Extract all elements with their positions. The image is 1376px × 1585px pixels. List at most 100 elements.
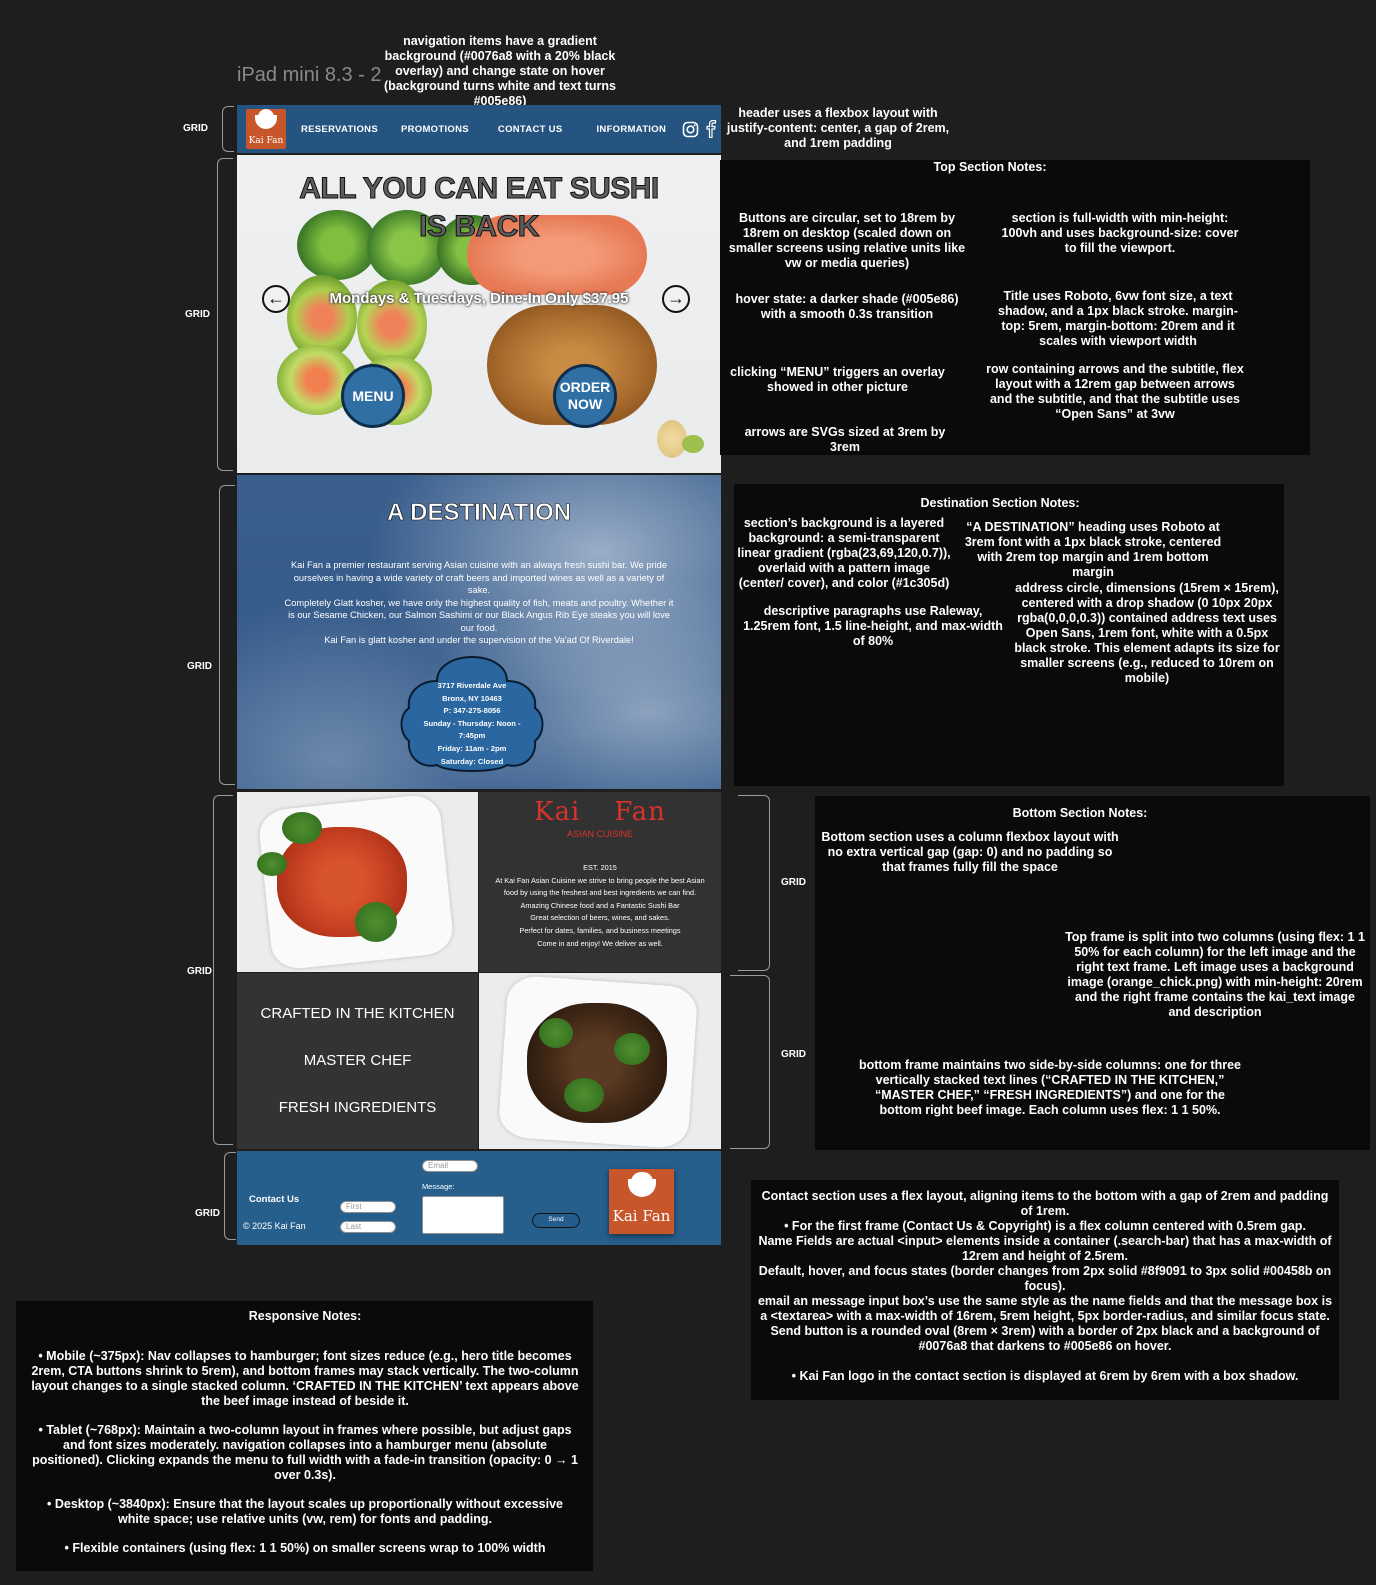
hero-title-line1: ALL YOU CAN EAT SUSHI (299, 172, 660, 206)
destination-notes-title: Destination Section Notes: (920, 496, 1080, 510)
grid-label: GRID (195, 1208, 220, 1219)
bottom-note-bottom: bottom frame maintains two side-by-side … (859, 1058, 1241, 1117)
contact-note-line: Send button is a rounded oval (8rem × 3r… (770, 1324, 1320, 1353)
frame-title: iPad mini 8.3 - 2 (237, 64, 382, 86)
instagram-icon[interactable] (682, 121, 699, 138)
top-notes-title: Top Section Notes: (933, 160, 1047, 174)
order-now-button[interactable]: ORDER NOW (553, 364, 617, 428)
facebook-icon[interactable] (705, 120, 717, 138)
responsive-note-line: • Desktop (~3840px): Ensure that the lay… (47, 1497, 563, 1526)
message-textarea[interactable] (422, 1196, 504, 1234)
responsive-notes-title: Responsive Notes: (248, 1309, 362, 1323)
about-line: Amazing Chinese food and a Fantastic Sus… (520, 900, 680, 910)
grid-label: GRID (187, 661, 212, 672)
crafted-line: FRESH INGREDIENTS (278, 1099, 437, 1116)
hero-subtitle: Mondays & Tuesdays, Dine-In Only $37.95 (329, 290, 629, 307)
top-note-titlefont: Title uses Roboto, 6vw font size, a text… (998, 289, 1238, 348)
copyright-text: © 2025 Kai Fan (243, 1221, 306, 1231)
destination-description: Kai Fan a premier restaurant serving Asi… (282, 559, 676, 647)
grid-label: GRID (185, 309, 210, 320)
header-logo[interactable]: Kai Fan (246, 109, 286, 149)
bottom-notes-title: Bottom Section Notes: (1012, 806, 1148, 820)
dest-note-paras: descriptive paragraphs use Raleway, 1.25… (743, 604, 1003, 648)
kai-text-frame: Kai Fan ASIAN CUISINE EST. 2015 At Kai Fa… (479, 792, 721, 972)
arrow-right-icon[interactable]: → (662, 285, 690, 313)
bottom-note-top: Top frame is split into two columns (usi… (1065, 930, 1365, 1019)
order-button-line2: NOW (567, 396, 603, 412)
contact-note-line: Contact section uses a flex layout, alig… (761, 1189, 1329, 1218)
crafted-frame: CRAFTED IN THE KITCHEN MASTER CHEF FRESH… (237, 973, 478, 1149)
send-button[interactable]: Send (532, 1213, 580, 1228)
nav-information[interactable]: INFORMATION (596, 124, 666, 135)
grid-label: GRID (187, 966, 212, 977)
grid-brace (213, 795, 233, 1145)
asian-cuisine-subtitle: ASIAN CUISINE (566, 829, 633, 839)
address-line: Sunday - Thursday: Noon - (423, 718, 521, 728)
responsive-note-line: • Mobile (~375px): Nav collapses to hamb… (31, 1349, 579, 1408)
contact-note-line: Name Fields are actual <input> elements … (758, 1234, 1332, 1263)
nav-note: navigation items have a gradient backgro… (384, 34, 616, 108)
beef-broccoli-image (479, 973, 721, 1149)
top-note-hover: hover state: a darker shade (#005e86) wi… (735, 292, 959, 321)
nav-contact-us[interactable]: CONTACT US (498, 124, 563, 135)
crafted-line: MASTER CHEF (303, 1052, 412, 1069)
about-description: EST. 2015 At Kai Fan Asian Cuisine we st… (479, 862, 721, 950)
order-button-line1: ORDER (559, 379, 611, 395)
contact-logo: Kai Fan (609, 1169, 674, 1234)
address-text: 3717 Riverdale Ave Bronx, NY 10463 P: 34… (397, 680, 547, 768)
address-line: 3717 Riverdale Ave (437, 681, 507, 690)
address-line: 7:45pm (458, 731, 486, 741)
address-line: Friday: 11am - 2pm (437, 743, 507, 753)
last-name-input[interactable]: Last (340, 1221, 396, 1233)
responsive-note-line: • Tablet (~768px): Maintain a two-column… (32, 1423, 578, 1482)
kai-logo-word: Kai (534, 797, 581, 827)
contact-note-spacer (757, 1354, 1333, 1369)
about-line: Perfect for dates, families, and busines… (519, 925, 681, 935)
grid-brace (224, 1152, 236, 1240)
top-note-section: section is full-width with min-height: 1… (1001, 211, 1239, 255)
nav-promotions[interactable]: PROMOTIONS (401, 124, 469, 135)
nav-reservations[interactable]: RESERVATIONS (301, 124, 378, 135)
menu-button-label: MENU (352, 387, 394, 404)
bottom-note-col: Bottom section uses a column flexbox lay… (821, 830, 1119, 874)
first-name-input[interactable]: First (340, 1201, 396, 1213)
grid-brace (222, 106, 234, 152)
top-note-arrows: arrows are SVGs sized at 3rem by 3rem (744, 425, 946, 454)
rice-bowl-icon (255, 109, 277, 129)
responsive-notes: Responsive Notes: • Mobile (~375px): Nav… (30, 1309, 580, 1556)
address-line: Saturday: Closed (440, 756, 504, 766)
message-label: Message: (422, 1182, 455, 1191)
header-logo-text: Kai Fan (248, 136, 284, 146)
top-note-buttons: Buttons are circular, set to 18rem by 18… (728, 211, 966, 270)
about-line: food by using the freshest and best ingr… (503, 888, 697, 898)
destination-heading: A DESTINATION (387, 499, 572, 527)
contact-note-line: email an message input box’s use the sam… (757, 1294, 1333, 1323)
crafted-line: CRAFTED IN THE KITCHEN (260, 1005, 455, 1022)
grid-brace (217, 158, 233, 471)
contact-section: Contact Us © 2025 Kai Fan First Last Ema… (237, 1151, 721, 1245)
grid-label: GRID (781, 877, 806, 888)
contact-title: Contact Us (249, 1194, 300, 1205)
rice-top-shape (631, 1172, 653, 1182)
contact-note-line: • Kai Fan logo in the contact section is… (791, 1369, 1299, 1383)
contact-logo-text: Kai Fan (612, 1207, 671, 1225)
orange-chicken-image (237, 792, 478, 972)
address-line: Bronx, NY 10463 (442, 693, 502, 703)
top-note-row: row containing arrows and the subtitle, … (986, 362, 1244, 421)
contact-note-line: • For the first frame (Contact Us & Copy… (784, 1219, 1306, 1233)
responsive-note-line: • Flexible containers (using flex: 1 1 5… (64, 1541, 546, 1555)
menu-button[interactable]: MENU (341, 364, 405, 428)
about-line: Come in and enjoy! We deliver as well. (537, 938, 663, 948)
grid-label: GRID (781, 1049, 806, 1060)
grid-brace (738, 795, 770, 971)
dest-note-circle: address circle, dimensions (15rem × 15re… (1014, 581, 1280, 685)
hero-title-line2: IS BACK (419, 210, 540, 244)
about-est: EST. 2015 (583, 863, 617, 872)
email-input[interactable]: Email (422, 1160, 478, 1172)
contact-notes: Contact section uses a flex layout, alig… (757, 1189, 1333, 1384)
site-header: Kai Fan RESERVATIONS PROMOTIONS CONTACT … (237, 105, 721, 153)
kai-fan-logo: Kai Fan (479, 797, 721, 827)
destination-section: A DESTINATION Kai Fan a premier restaura… (237, 475, 721, 789)
top-note-menu: clicking “MENU” triggers an overlay show… (730, 365, 945, 394)
grid-label: GRID (183, 123, 208, 134)
